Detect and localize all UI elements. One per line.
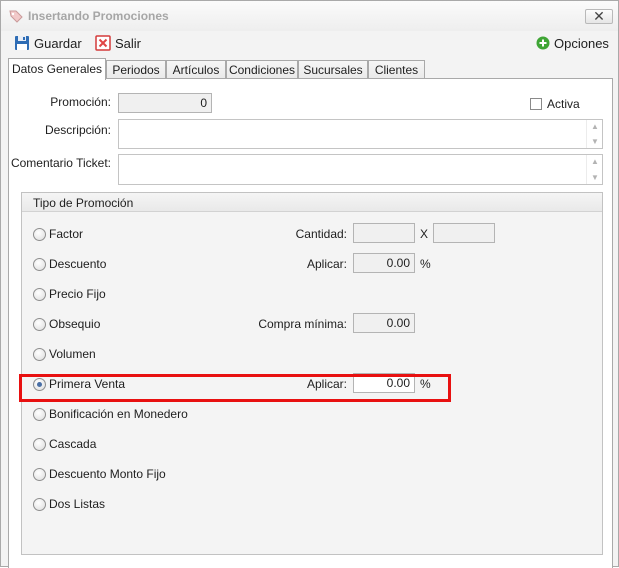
compra-minima-field[interactable]: 0.00 bbox=[353, 313, 415, 333]
scroll-up-icon: ▲ bbox=[591, 122, 599, 131]
radio-bonificacion-label: Bonificación en Monedero bbox=[49, 407, 188, 421]
tipo-promocion-title: Tipo de Promoción bbox=[33, 196, 134, 210]
compra-minima-label: Compra mínima: bbox=[258, 317, 347, 331]
descripcion-field[interactable]: ▲ ▼ bbox=[118, 119, 603, 149]
comentario-scrollbar[interactable]: ▲ ▼ bbox=[586, 155, 602, 184]
scroll-up-icon: ▲ bbox=[591, 157, 599, 166]
radio-precio-fijo-label: Precio Fijo bbox=[49, 287, 106, 301]
promocion-label: Promoción: bbox=[50, 95, 111, 109]
radio-descuento-circle[interactable] bbox=[33, 257, 46, 271]
radio-descuento-monto-fijo[interactable]: Descuento Monto Fijo bbox=[33, 466, 166, 482]
tag-icon bbox=[9, 10, 23, 23]
save-button[interactable]: Guardar bbox=[14, 33, 82, 53]
aplicar-label: Aplicar: bbox=[306, 257, 347, 271]
tab-periodos[interactable]: Periodos bbox=[106, 60, 166, 79]
tab-sucursales[interactable]: Sucursales bbox=[298, 60, 368, 79]
radio-cascada-circle[interactable] bbox=[33, 437, 46, 451]
exit-x-icon bbox=[95, 35, 111, 51]
activa-label: Activa bbox=[547, 97, 580, 111]
radio-factor-circle[interactable] bbox=[33, 227, 46, 241]
tipo-promocion-header: Tipo de Promoción bbox=[22, 193, 602, 212]
radio-dos-listas-label: Dos Listas bbox=[49, 497, 106, 511]
radio-dos-listas[interactable]: Dos Listas bbox=[33, 496, 105, 512]
scroll-down-icon: ▼ bbox=[591, 173, 599, 182]
radio-obsequio-circle[interactable] bbox=[33, 317, 46, 331]
promocion-field[interactable]: 0 bbox=[118, 93, 212, 113]
tab-articulos[interactable]: Artículos bbox=[166, 60, 226, 79]
tab-datos-generales[interactable]: Datos Generales bbox=[8, 58, 106, 80]
radio-factor-label: Factor bbox=[49, 227, 84, 241]
options-button[interactable]: Opciones bbox=[536, 33, 609, 53]
cantidad-field-1[interactable] bbox=[353, 223, 415, 243]
window-title: Insertando Promociones bbox=[28, 9, 169, 23]
aplicar-field[interactable]: 0.00 bbox=[353, 253, 415, 273]
radio-cascada-label: Cascada bbox=[49, 437, 97, 451]
cantidad-label: Cantidad: bbox=[295, 227, 347, 241]
comentario-ticket-label: Comentario Ticket: bbox=[10, 156, 111, 170]
radio-descuento-monto-fijo-label: Descuento Monto Fijo bbox=[49, 467, 166, 481]
tab-clientes[interactable]: Clientes bbox=[368, 60, 425, 79]
radio-dos-listas-circle[interactable] bbox=[33, 497, 46, 511]
comentario-ticket-field[interactable]: ▲ ▼ bbox=[118, 154, 603, 185]
radio-obsequio-label: Obsequio bbox=[49, 317, 101, 331]
options-button-label: Opciones bbox=[554, 35, 609, 51]
scroll-down-icon: ▼ bbox=[591, 137, 599, 146]
plus-circle-icon bbox=[536, 36, 550, 50]
radio-volumen[interactable]: Volumen bbox=[33, 346, 96, 362]
exit-button-label: Salir bbox=[115, 35, 142, 51]
exit-button[interactable]: Salir bbox=[95, 33, 141, 53]
radio-bonificacion-monedero[interactable]: Bonificación en Monedero bbox=[33, 406, 188, 422]
aplicar-percent: % bbox=[420, 257, 431, 271]
radio-cascada[interactable]: Cascada bbox=[33, 436, 96, 452]
cantidad-x-label: X bbox=[420, 227, 429, 241]
promotion-window: Insertando Promociones ✕ Guardar Salir O… bbox=[0, 0, 619, 568]
save-button-label: Guardar bbox=[34, 35, 82, 51]
radio-descuento[interactable]: Descuento bbox=[33, 256, 106, 272]
title-bar: Insertando Promociones ✕ bbox=[1, 1, 618, 31]
highlight-box bbox=[19, 374, 451, 402]
radio-volumen-label: Volumen bbox=[49, 347, 96, 361]
activa-checkbox[interactable] bbox=[530, 98, 542, 110]
floppy-disk-icon bbox=[15, 36, 29, 50]
close-button[interactable]: ✕ bbox=[585, 9, 613, 24]
cantidad-field-2[interactable] bbox=[433, 223, 495, 243]
close-icon: ✕ bbox=[593, 8, 605, 24]
radio-precio-fijo[interactable]: Precio Fijo bbox=[33, 286, 106, 302]
tab-condiciones[interactable]: Condiciones bbox=[226, 60, 298, 79]
radio-volumen-circle[interactable] bbox=[33, 347, 46, 361]
radio-precio-fijo-circle[interactable] bbox=[33, 287, 46, 301]
radio-bonificacion-circle[interactable] bbox=[33, 407, 46, 421]
descripcion-label: Descripción: bbox=[44, 123, 111, 137]
radio-descuento-label: Descuento bbox=[49, 257, 107, 271]
radio-descuento-monto-fijo-circle[interactable] bbox=[33, 467, 46, 481]
toolbar: Guardar Salir Opciones bbox=[1, 31, 618, 55]
radio-obsequio[interactable]: Obsequio bbox=[33, 316, 100, 332]
descripcion-scrollbar[interactable]: ▲ ▼ bbox=[586, 120, 602, 148]
radio-factor[interactable]: Factor bbox=[33, 226, 83, 242]
tab-content-datos-generales: Promoción: 0 Activa Descripción: ▲ ▼ Com… bbox=[8, 78, 613, 568]
